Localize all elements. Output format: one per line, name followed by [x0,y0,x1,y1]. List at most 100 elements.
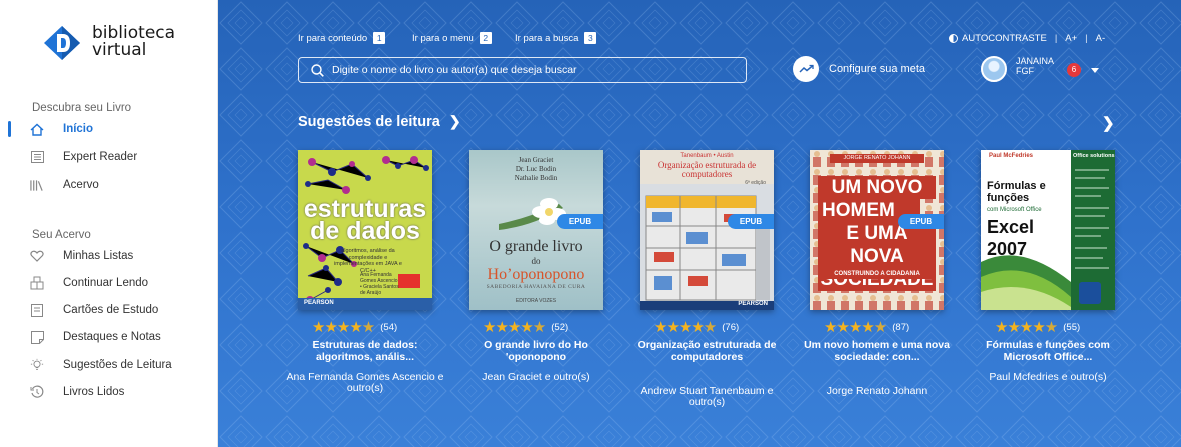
book-cover[interactable]: JORGE RENATO JOHANN UM NOVO HOMEM E UMA … [810,150,944,310]
cover-authors: Ana Fernanda Gomes Ascencio • Graciela S… [360,272,399,296]
sidebar-item-label: Destaques e Notas [63,331,161,343]
avatar [981,56,1007,82]
sidebar-item-acervo[interactable]: Acervo [0,173,217,197]
cover-title-line: do [531,256,541,266]
cover-subtitle: CONSTRUINDO A CIDADANIA [818,270,936,279]
cover-title-line: Ho’oponopono [487,266,585,283]
epub-badge: EPUB [898,214,944,229]
chevron-right-icon: ❯ [448,113,461,129]
brand-line-2: virtual [92,40,147,60]
rating-count: (54) [380,322,398,333]
skip-link-label: Ir para o menu [412,32,474,44]
half-star-icon: ★ [873,319,887,336]
search-placeholder: Digite o nome do livro ou autor(a) que d… [332,64,577,76]
carousel-next-button[interactable]: ❯ [1102,114,1115,132]
shortcut-key-badge: 1 [373,32,386,44]
contrast-icon [949,33,958,43]
notes-icon [30,330,44,344]
home-icon [30,122,44,136]
skip-to-content-link[interactable]: Ir para conteúdo 1 [298,31,386,45]
sidebar-item-minhas-listas[interactable]: Minhas Listas [0,244,217,268]
book-cover[interactable]: Tanenbaum • Austin Organização estrutura… [640,150,774,310]
history-icon [30,385,44,399]
epub-badge: EPUB [557,214,603,229]
cover-publisher: PEARSON [304,300,334,306]
half-star-icon: ★ [703,319,717,336]
font-increase-button[interactable]: A+ [1065,33,1077,44]
rating: ★★★★ ★ (52) [483,320,568,335]
collection-section-title: Seu Acervo [32,229,91,241]
skip-to-menu-link[interactable]: Ir para o menu 2 [412,31,492,45]
sidebar-item-inicio[interactable]: Início [0,117,217,141]
sidebar-item-label: Minhas Listas [63,250,134,262]
active-indicator [8,121,11,137]
cover-title-line: O grande livro [489,238,583,255]
cover-subtitle: SABEDORIA HAVAIANA DE CURA [486,284,586,290]
divider: | [1085,32,1088,44]
book-cover[interactable]: Paul McFedries Office solutions Fórmulas… [981,150,1115,310]
cover-brand: Office solutions [1073,153,1115,159]
book-title-link[interactable]: O grande livro do Ho 'oponopono [456,339,616,363]
notification-badge[interactable]: 6 [1067,63,1081,77]
rating-count: (52) [551,322,569,333]
configure-goal-button[interactable]: Configure sua meta [793,56,925,82]
cards-icon [30,303,44,317]
cover-title: O grande livro do Ho’oponopono [469,238,603,284]
sidebar-item-label: Sugestões de Leitura [63,359,172,371]
book-author: Jean Graciet e outro(s) [482,371,590,383]
star-icon: ★★★★ [312,319,363,336]
chevron-down-icon[interactable] [1091,68,1099,73]
skip-link-label: Ir para a busca [515,32,579,44]
cover-publisher: EDITORA VOZES [515,298,557,304]
trend-chart-icon [793,56,819,82]
cover-publisher: PEARSON [738,301,768,307]
book-title-link[interactable]: Fórmulas e funções com Microsoft Office.… [968,339,1128,363]
sidebar-item-label: Cartões de Estudo [63,304,159,316]
brand-name: biblioteca virtual [92,25,175,59]
sidebar-item-label: Continuar Lendo [63,277,149,289]
sidebar-item-destaques-e-notas[interactable]: Destaques e Notas [0,325,217,349]
lightbulb-icon [30,358,44,372]
skip-to-search-link[interactable]: Ir para a busca 3 [515,31,597,45]
user-menu[interactable]: JANAINA FGF 6 [981,54,1121,86]
cover-authors: Tanenbaum • Austin [680,153,734,159]
autocontrast-toggle[interactable]: AUTOCONTRASTE [962,33,1047,44]
sidebar-item-expert-reader[interactable]: Expert Reader [0,145,217,169]
book-cover[interactable]: estruturas de dados algoritmos, análise … [298,150,432,310]
user-name-block: JANAINA FGF [1016,56,1054,76]
star-icon: ★★★★ [483,319,534,336]
library-icon [30,178,44,192]
book-card: Jean Graciet Dr. Luc Bodin Nathalie Bodi… [469,150,629,383]
book-title-link[interactable]: Organização estruturada de computadores [627,339,787,363]
book-cover[interactable]: Jean Graciet Dr. Luc Bodin Nathalie Bodi… [469,150,603,310]
discover-section-title: Descubra seu Livro [32,102,132,114]
user-name: JANAINA [1016,56,1055,66]
rating: ★★★★ ★ (87) [824,320,909,335]
font-decrease-button[interactable]: A- [1096,33,1106,44]
divider: | [1054,32,1058,44]
search-input[interactable]: Digite o nome do livro ou autor(a) que d… [298,57,747,83]
suggestions-heading-link[interactable]: Sugestões de leitura ❯ [298,113,461,130]
book-card: Tanenbaum • Austin Organização estrutura… [638,150,800,408]
sidebar-item-livros-lidos[interactable]: Livros Lidos [0,380,217,404]
book-card: estruturas de dados algoritmos, análise … [286,150,458,394]
section-title: Sugestões de leitura [298,113,440,130]
shortcut-key-badge: 2 [479,32,492,44]
cover-author: JORGE RENATO JOHANN [830,154,924,163]
rating-count: (87) [892,322,910,333]
cover-title-line: com Microsoft Office [987,207,1042,213]
rating-count: (55) [1063,322,1081,333]
sidebar-item-cartoes-de-estudo[interactable]: Cartões de Estudo [0,298,217,322]
half-star-icon: ★ [361,319,375,336]
sidebar-item-label: Início [63,123,94,135]
rating-count: (76) [722,322,740,333]
book-title-link[interactable]: Um novo homem e uma nova sociedade: con.… [797,339,957,363]
sidebar-item-sugestoes-de-leitura[interactable]: Sugestões de Leitura [0,353,217,377]
heart-icon [30,249,44,263]
brand-logo[interactable]: biblioteca virtual [40,22,200,68]
accessibility-bar: AUTOCONTRASTE | A+ | A- [949,31,1105,45]
rating: ★★★★ ★ (55) [995,320,1080,335]
sidebar-item-continuar-lendo[interactable]: Continuar Lendo [0,271,217,295]
sidebar-item-label: Expert Reader [63,151,138,163]
book-title-link[interactable]: Estruturas de dados: algoritmos, anális.… [285,339,445,363]
